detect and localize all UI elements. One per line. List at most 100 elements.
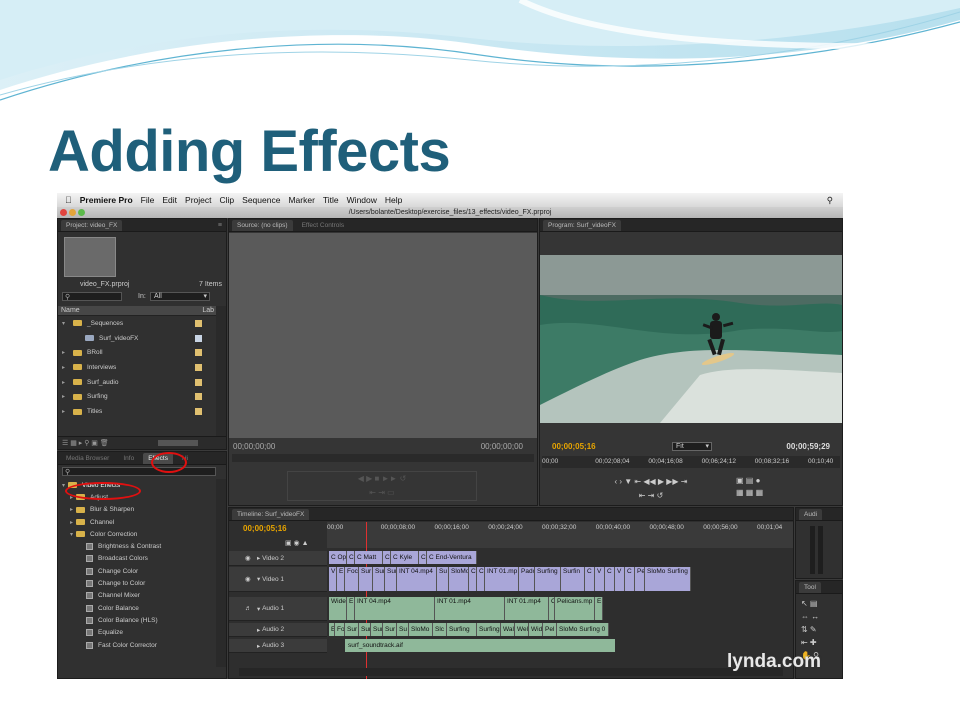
timeline-clip[interactable]: C End-Ventura	[427, 551, 477, 564]
timeline-clip[interactable]: C	[605, 567, 615, 591]
menu-edit[interactable]: Edit	[162, 195, 177, 205]
timeline-clip[interactable]: Sur	[359, 567, 373, 591]
effect-item[interactable]: Change to Color	[58, 577, 216, 589]
project-item[interactable]: Surf_videoFX	[58, 331, 216, 346]
menu-app-name[interactable]: Premiere Pro	[80, 195, 133, 205]
effect-item[interactable]: Fast Color Corrector	[58, 639, 216, 651]
program-timecode[interactable]: 00;00;05;16	[552, 442, 596, 451]
effect-item[interactable]: Brightness & Contrast	[58, 541, 216, 553]
timeline-clip[interactable]: SloMo Surfing 0	[557, 623, 609, 636]
timeline-clip[interactable]: E	[347, 597, 355, 620]
chevron-right-icon[interactable]: ▸	[62, 364, 70, 371]
list-view-icon[interactable]: ☰ ▦ ▸ ⚲ ▣ 🗑	[62, 439, 109, 447]
chevron-right-icon[interactable]: ▸	[62, 408, 70, 415]
project-item[interactable]: ▸ BRoll	[58, 345, 216, 360]
menu-title[interactable]: Title	[323, 195, 339, 205]
timeline-clip[interactable]: Surfing	[535, 567, 561, 591]
project-item[interactable]: ▾ _Sequences	[58, 316, 216, 331]
chevron-right-icon[interactable]: ▸	[62, 379, 70, 386]
project-item[interactable]: ▸ Interviews	[58, 360, 216, 375]
eye-icon[interactable]: ◉	[245, 575, 251, 583]
tab-effect-controls[interactable]: Effect Controls	[297, 220, 350, 231]
timeline-clip[interactable]: INT 04.mp4	[397, 567, 437, 591]
timeline-clip[interactable]: Su	[397, 623, 409, 636]
timeline-clip[interactable]: Wide	[329, 597, 347, 620]
timeline-clip[interactable]: Sur	[359, 623, 371, 636]
timeline-clip[interactable]: Su	[437, 567, 449, 591]
chevron-right-icon[interactable]: ▸	[70, 519, 73, 526]
timeline-clip[interactable]: Pe	[635, 567, 645, 591]
effect-item[interactable]: Color Balance (HLS)	[58, 614, 216, 626]
menu-file[interactable]: File	[141, 195, 155, 205]
program-transport-controls[interactable]: ‹ › ▼ ⇤ ◀◀ ▶ ▶▶ ⇥ ⇤ ⇥ ↺	[596, 475, 706, 503]
chevron-down-icon[interactable]: ▾	[62, 482, 65, 489]
project-item[interactable]: ▸ Surf_audio	[58, 375, 216, 390]
project-search-input[interactable]: ⚲	[62, 292, 122, 301]
project-item[interactable]: ▸ Surfing	[58, 390, 216, 405]
timeline-clip[interactable]: C Ope	[329, 551, 347, 564]
effects-search-input[interactable]: ⚲	[62, 467, 216, 476]
effect-item[interactable]: Broadcast Colors	[58, 553, 216, 565]
effect-item[interactable]: Equalize	[58, 627, 216, 639]
apple-icon[interactable]: 	[65, 195, 72, 205]
timeline-clip[interactable]: Sur	[371, 623, 383, 636]
snap-icon[interactable]: ▣ ◉ ▲	[285, 539, 309, 547]
timeline-ruler[interactable]: 00;00 00;00;08;00 00;00;16;00 00;00;24;00 00…	[327, 522, 793, 548]
project-scrollbar[interactable]	[216, 306, 226, 436]
chevron-down-icon[interactable]: ▾	[62, 320, 70, 327]
menu-project[interactable]: Project	[185, 195, 211, 205]
menu-window[interactable]: Window	[347, 195, 377, 205]
tab-info[interactable]: Info	[118, 453, 139, 464]
timeline-clip[interactable]: Foc	[335, 623, 345, 636]
timeline-clip[interactable]: Sur	[383, 623, 397, 636]
panel-menu-icon[interactable]: ≡	[218, 222, 222, 229]
menu-sequence[interactable]: Sequence	[242, 195, 280, 205]
chevron-down-icon[interactable]: ▾	[70, 531, 73, 538]
speaker-icon[interactable]: ♬	[245, 605, 252, 612]
zoom-icon[interactable]	[78, 209, 85, 216]
zoom-slider[interactable]	[158, 440, 198, 446]
effect-item[interactable]: Change Color	[58, 565, 216, 577]
tab-timeline[interactable]: Timeline: Surf_videoFX	[232, 508, 310, 520]
chevron-right-icon[interactable]: ▸	[62, 393, 70, 400]
timeline-clip[interactable]: C Matt	[355, 551, 383, 564]
timeline-clip[interactable]: C	[477, 567, 485, 591]
spotlight-search-icon[interactable]: ⚲	[827, 195, 833, 206]
program-time-ruler[interactable]: 00;00 00;02;08;04 00;04;16;08 00;06;24;12 00…	[542, 456, 840, 468]
in-select[interactable]: All ▾	[150, 292, 210, 301]
effects-folder[interactable]: ▸ Blur & Sharpen	[58, 504, 216, 516]
timeline-clip[interactable]: Sur	[385, 567, 397, 591]
minimize-icon[interactable]	[69, 209, 76, 216]
timeline-clip[interactable]: INT 01.mp4	[505, 597, 549, 620]
clip-soundtrack[interactable]: surf_soundtrack.aif	[345, 639, 615, 652]
timeline-clip[interactable]: Surfin	[561, 567, 585, 591]
timeline-scrollbar[interactable]	[239, 668, 783, 676]
project-item[interactable]: ▸ Titles	[58, 404, 216, 419]
tab-audio-meters[interactable]: Audi	[799, 508, 823, 520]
timeline-clip[interactable]: C	[347, 551, 355, 564]
timeline-clip[interactable]: INT 04.mp4	[355, 597, 435, 620]
timeline-clip[interactable]: C	[585, 567, 595, 591]
timeline-clip[interactable]: SloMo	[449, 567, 469, 591]
close-icon[interactable]	[60, 209, 67, 216]
chevron-right-icon[interactable]: ▸	[70, 506, 73, 513]
chevron-right-icon[interactable]: ▸	[62, 349, 70, 356]
timeline-clip[interactable]: Sur	[373, 567, 385, 591]
effects-folder[interactable]: ▸ Channel	[58, 516, 216, 528]
fit-select[interactable]: Fit ▾	[672, 442, 712, 451]
timeline-timecode[interactable]: 00;00;05;16	[243, 524, 287, 533]
effect-item[interactable]: Color Balance	[58, 602, 216, 614]
timeline-clip[interactable]: Slc	[433, 623, 447, 636]
timeline-clip[interactable]: C	[625, 567, 635, 591]
timeline-clip[interactable]: SloMo	[409, 623, 433, 636]
timeline-clip[interactable]: Sur	[345, 623, 359, 636]
timeline-clip[interactable]: Wel	[515, 623, 529, 636]
timeline-clip[interactable]: Pel	[543, 623, 557, 636]
source-transport-controls[interactable]: ◀ ▶ ■ ►► ↺ ⇤ ⇥ ▭	[287, 471, 477, 501]
timeline-clip[interactable]: V	[329, 567, 337, 591]
timeline-clip[interactable]: V	[615, 567, 625, 591]
timeline-clip[interactable]: Pelicans.mp	[555, 597, 595, 620]
timeline-clip[interactable]: C Kyle	[391, 551, 419, 564]
timeline-clip[interactable]: E	[595, 597, 603, 620]
column-name[interactable]: Name	[61, 307, 80, 314]
